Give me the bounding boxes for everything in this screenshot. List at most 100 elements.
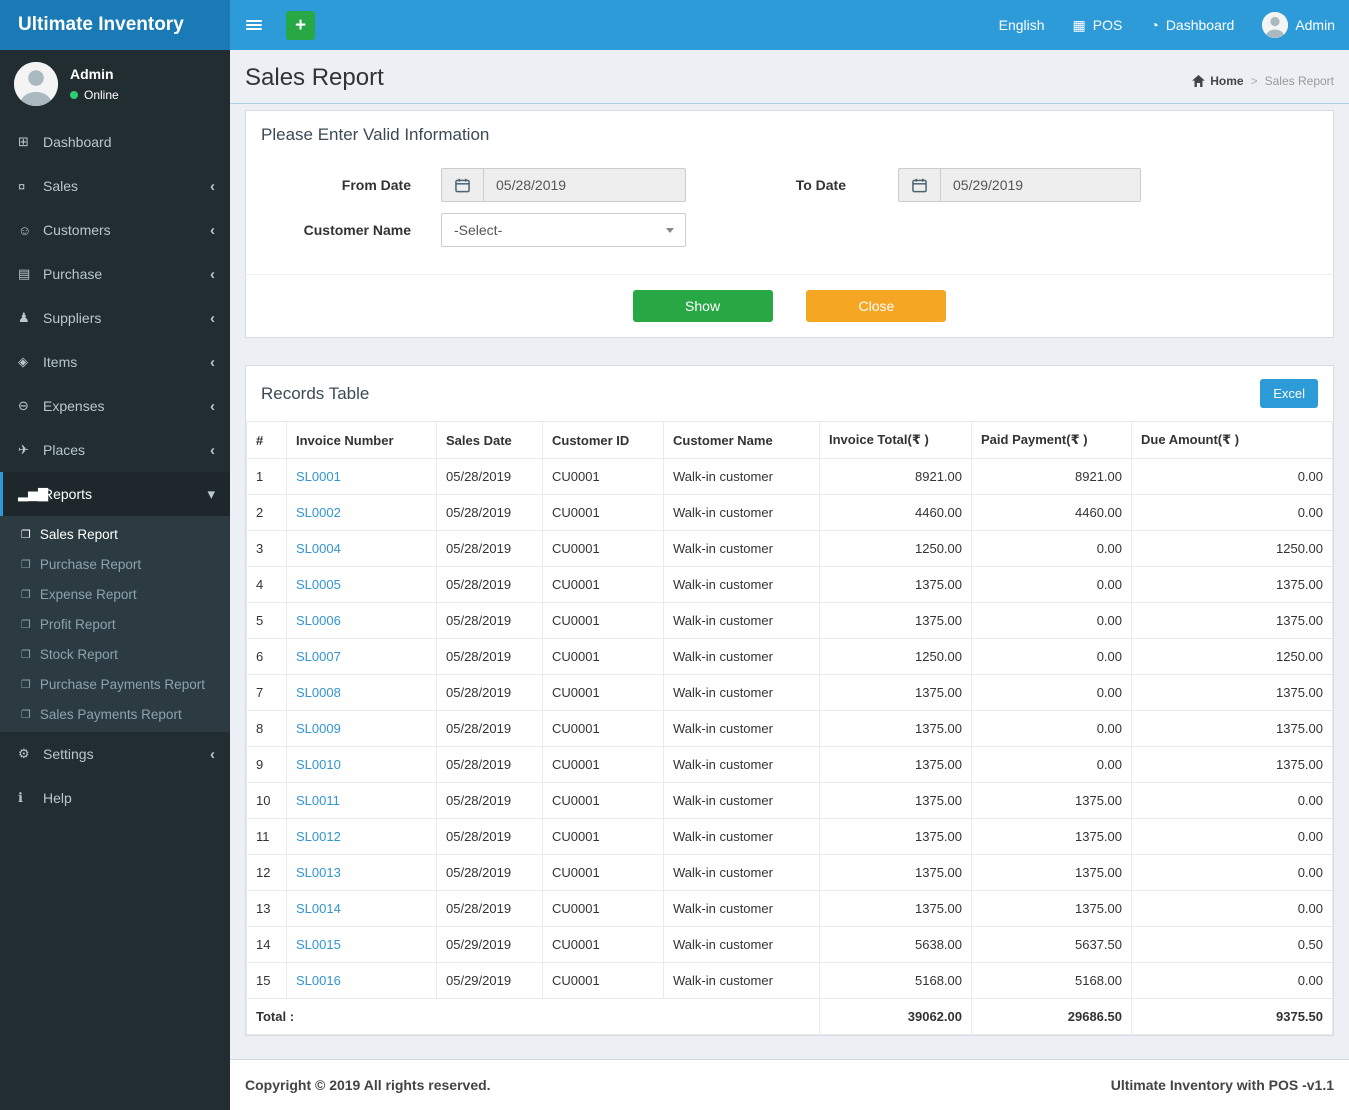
due-amount-cell: 0.00 [1131,890,1333,927]
sidebar-item-purchase-report[interactable]: ❐ Purchase Report [0,549,230,579]
breadcrumb-home[interactable]: Home [1192,74,1244,88]
quick-add-button[interactable]: + [286,10,315,40]
customer-id-cell: CU0001 [542,602,664,639]
sidebar-item-stock-report[interactable]: ❐ Stock Report [0,639,230,669]
sidebar-item-sales-report[interactable]: ❐ Sales Report [0,519,230,549]
from-date-input[interactable] [483,168,686,202]
sidebar-item-customers[interactable]: ☺ Customers ‹ [0,208,230,252]
invoice-total-cell: 1375.00 [819,782,972,819]
sidebar-item-purchase[interactable]: ▤ Purchase ‹ [0,252,230,296]
pos-link[interactable]: ▦ POS [1059,0,1137,50]
user-status[interactable]: Online [70,88,119,102]
sales-date-cell: 05/28/2019 [436,638,543,675]
sidebar-item-profit-report[interactable]: ❐ Profit Report [0,609,230,639]
invoice-number-cell: SL0011 [286,782,437,819]
submenu-item-label: Profit Report [39,616,116,632]
expenses-icon: ⊖ [18,398,29,413]
invoice-link[interactable]: SL0010 [296,757,341,772]
chevron-down-icon: ▾ [207,486,215,503]
sidebar-item-places[interactable]: ✈ Places ‹ [0,428,230,472]
sidebar-item-help[interactable]: ℹ Help [0,776,230,820]
breadcrumb-current: Sales Report [1264,74,1334,88]
sidebar-item-sales-payments-report[interactable]: ❐ Sales Payments Report [0,699,230,729]
invoice-link[interactable]: SL0014 [296,901,341,916]
invoice-link[interactable]: SL0006 [296,613,341,628]
sidebar-item-items[interactable]: ◈ Items ‹ [0,340,230,384]
excel-export-button[interactable]: Excel [1260,379,1318,408]
invoice-number-cell: SL0007 [286,638,437,675]
customer-name-cell: Walk-in customer [663,494,820,531]
row-number-cell: 11 [246,818,287,855]
sidebar-item-label: Sales [43,178,79,194]
customer-id-cell: CU0001 [542,818,664,855]
invoice-total-cell: 1375.00 [819,566,972,603]
user-menu[interactable]: Admin [1248,0,1349,50]
customer-select[interactable]: -Select- [441,213,686,247]
language-menu[interactable]: English [985,0,1059,50]
invoice-link[interactable]: SL0004 [296,541,341,556]
sidebar-item-sales[interactable]: ¤ Sales ‹ [0,164,230,208]
total-invoice-cell: 39062.00 [819,998,972,1035]
sidebar-item-label: Expenses [43,398,105,414]
invoice-link[interactable]: SL0001 [296,469,341,484]
file-icon: ❐ [21,588,31,601]
chevron-left-icon: ‹ [210,397,215,415]
app-logo[interactable]: Ultimate Inventory [0,0,230,50]
sidebar-menu: ⊞ Dashboard ¤ Sales ‹ ☺ Customers ‹ ▤ Purchase ‹ ♟ S… [0,120,230,820]
customer-id-cell: CU0001 [542,674,664,711]
dashboard-link[interactable]: ◔ Dashboard [1136,0,1248,50]
invoice-link[interactable]: SL0005 [296,577,341,592]
invoice-link[interactable]: SL0016 [296,973,341,988]
row-number-cell: 8 [246,710,287,747]
sidebar-item-expenses[interactable]: ⊖ Expenses ‹ [0,384,230,428]
invoice-link[interactable]: SL0007 [296,649,341,664]
sidebar-item-suppliers[interactable]: ♟ Suppliers ‹ [0,296,230,340]
column-header: Invoice Number [286,421,437,459]
invoice-number-cell: SL0001 [286,458,437,495]
customer-id-cell: CU0001 [542,782,664,819]
sidebar-item-reports[interactable]: ▂▅▇ Reports ▾ [0,472,230,516]
invoice-link[interactable]: SL0009 [296,721,341,736]
table-row: 15 SL0016 05/29/2019 CU0001 Walk-in customer… [246,962,1333,999]
due-amount-cell: 0.00 [1131,854,1333,891]
paid-payment-cell: 0.00 [971,566,1132,603]
invoice-link[interactable]: SL0002 [296,505,341,520]
paid-payment-cell: 8921.00 [971,458,1132,495]
chevron-left-icon: ‹ [210,265,215,283]
invoice-total-cell: 1375.00 [819,746,972,783]
sidebar-toggle-button[interactable] [230,0,278,50]
sales-date-cell: 05/28/2019 [436,854,543,891]
customer-name-cell: Walk-in customer [663,782,820,819]
invoice-link[interactable]: SL0011 [296,793,340,808]
close-button[interactable]: Close [806,290,947,322]
invoice-link[interactable]: SL0013 [296,865,341,880]
invoice-total-cell: 5638.00 [819,926,972,963]
show-button[interactable]: Show [632,290,773,322]
customer-id-cell: CU0001 [542,566,664,603]
invoice-link[interactable]: SL0015 [296,937,341,952]
due-amount-cell: 0.00 [1131,962,1333,999]
sidebar: Admin Online ⊞ Dashboard ¤ Sales ‹ ☺ Customers… [0,50,230,1110]
due-amount-cell: 0.00 [1131,458,1333,495]
table-row: 1 SL0001 05/28/2019 CU0001 Walk-in customer 8… [246,458,1333,495]
invoice-total-cell: 1250.00 [819,638,972,675]
invoice-link[interactable]: SL0012 [296,829,341,844]
table-row: 9 SL0010 05/28/2019 CU0001 Walk-in customer 1… [246,746,1333,783]
sidebar-item-dashboard[interactable]: ⊞ Dashboard [0,120,230,164]
to-date-input[interactable] [940,168,1141,202]
dashboard-label: Dashboard [1165,17,1235,33]
breadcrumb-home-label: Home [1210,74,1244,88]
chevron-down-icon [666,227,674,233]
sidebar-item-purchase-payments-report[interactable]: ❐ Purchase Payments Report [0,669,230,699]
invoice-link[interactable]: SL0008 [296,685,341,700]
breadcrumb-separator: > [1250,74,1258,88]
invoice-number-cell: SL0008 [286,674,437,711]
sidebar-item-expense-report[interactable]: ❐ Expense Report [0,579,230,609]
breadcrumb: Home > Sales Report [1192,74,1334,92]
online-status-icon [70,91,78,99]
sidebar-item-settings[interactable]: ⚙ Settings ‹ [0,732,230,776]
sidebar-user-name: Admin [70,66,114,82]
sales-date-cell: 05/28/2019 [436,782,543,819]
sidebar-item-label: Items [43,354,78,370]
records-tbody: 1 SL0001 05/28/2019 CU0001 Walk-in customer 8… [246,458,1333,999]
